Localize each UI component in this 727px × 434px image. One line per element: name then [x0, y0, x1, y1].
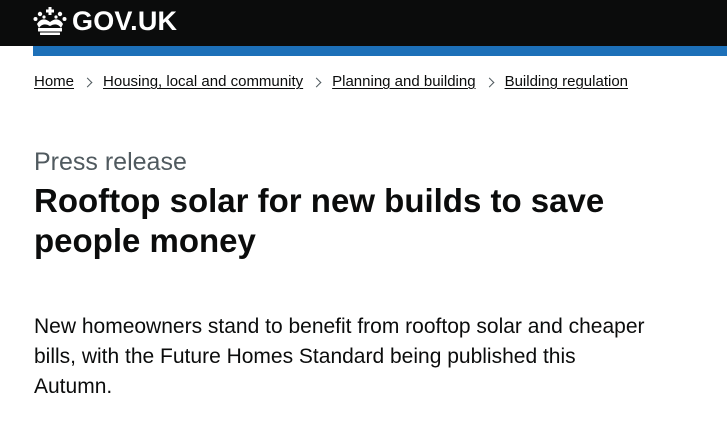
breadcrumb-link-planning[interactable]: Planning and building — [332, 72, 475, 92]
header-accent-bar — [33, 46, 727, 56]
breadcrumb-link-building-regulation[interactable]: Building regulation — [505, 72, 628, 92]
breadcrumb: Home Housing, local and community Planni… — [34, 72, 628, 92]
crown-icon — [33, 7, 67, 35]
chevron-right-icon — [82, 77, 93, 87]
logo-text: GOV.UK — [72, 6, 178, 36]
govuk-logo-link[interactable]: GOV.UK — [33, 5, 177, 37]
page-title: Rooftop solar for new builds to save peo… — [34, 182, 605, 259]
breadcrumb-link-home[interactable]: Home — [34, 72, 74, 92]
site-header: GOV.UK — [0, 0, 727, 46]
breadcrumb-link-housing[interactable]: Housing, local and community — [103, 72, 303, 92]
chevron-right-icon — [311, 77, 322, 87]
lede-paragraph: New homeowners stand to benefit from roo… — [34, 315, 645, 398]
page-caption: Press release — [34, 148, 187, 176]
chevron-right-icon — [484, 77, 495, 87]
